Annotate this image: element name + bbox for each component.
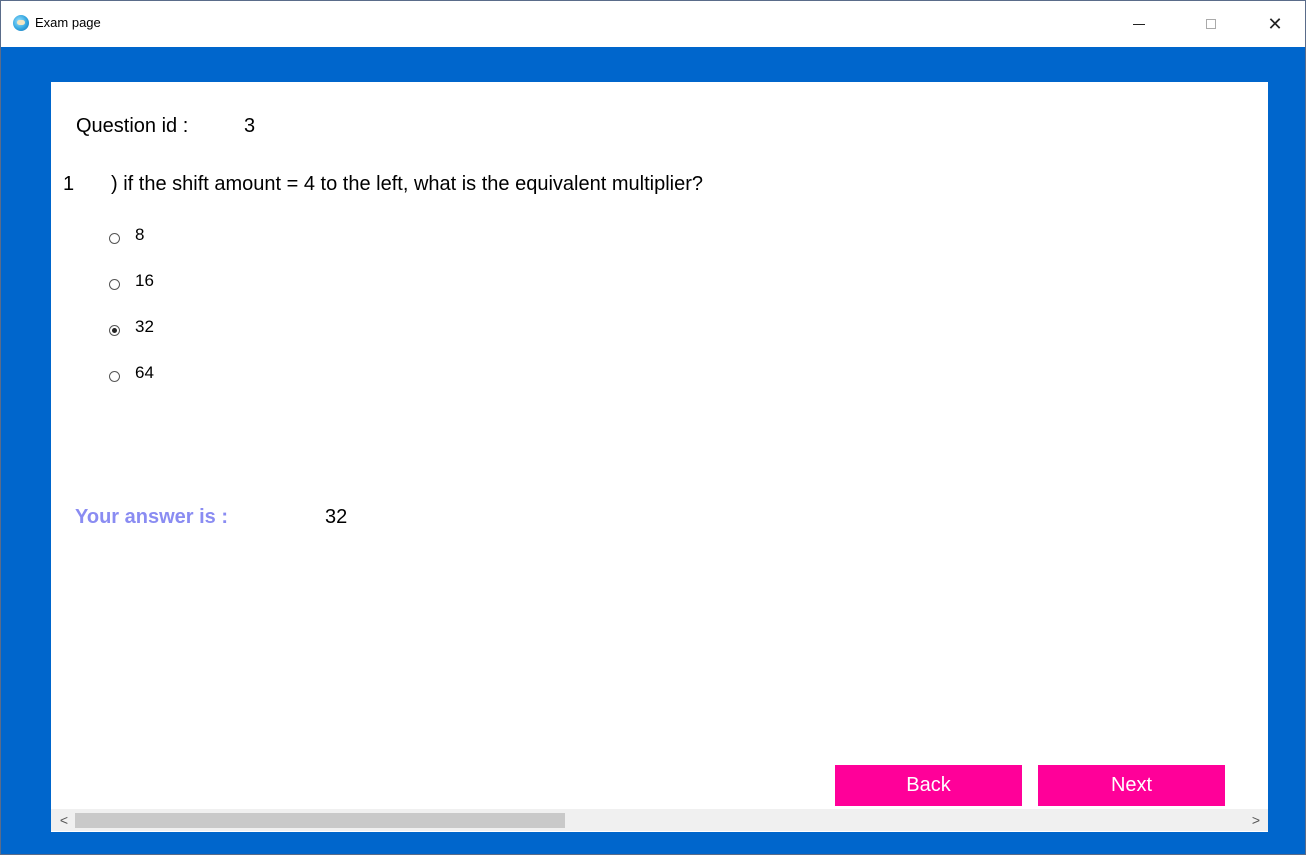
exam-content: Question id : 3 1 ) if the shift amount … xyxy=(51,82,1268,832)
back-button[interactable]: Back xyxy=(835,765,1022,806)
next-button[interactable]: Next xyxy=(1038,765,1225,806)
option-label: 64 xyxy=(135,363,154,382)
maximize-icon xyxy=(1206,19,1216,29)
radio-button[interactable] xyxy=(109,232,120,244)
scroll-left-icon[interactable]: < xyxy=(55,809,73,831)
option-8[interactable]: 8 xyxy=(109,224,144,246)
question-id-label: Question id : xyxy=(76,115,189,137)
your-answer-value: 32 xyxy=(325,506,348,528)
scroll-right-icon[interactable]: > xyxy=(1247,809,1265,831)
option-64[interactable]: 64 xyxy=(109,362,154,384)
horizontal-scrollbar[interactable]: < > xyxy=(51,809,1268,831)
close-button[interactable]: ✕ xyxy=(1245,1,1305,47)
scrollbar-thumb[interactable] xyxy=(75,813,565,828)
title-bar: Exam page ✕ xyxy=(1,1,1305,47)
option-16[interactable]: 16 xyxy=(109,270,154,292)
minimize-icon xyxy=(1133,23,1145,25)
radio-button-selected[interactable] xyxy=(109,324,120,336)
question-number: 1 xyxy=(63,173,75,195)
radio-button[interactable] xyxy=(109,370,120,382)
maximize-button[interactable] xyxy=(1181,1,1241,47)
option-label: 16 xyxy=(135,271,154,290)
app-icon xyxy=(13,15,29,31)
question-text: ) if the shift amount = 4 to the left, w… xyxy=(111,173,703,195)
close-icon: ✕ xyxy=(1267,13,1283,34)
exam-window: Exam page ✕ Question id : 3 1 ) if the s… xyxy=(0,0,1306,855)
option-label: 8 xyxy=(135,225,145,244)
question-id-value: 3 xyxy=(244,115,256,137)
window-title: Exam page xyxy=(35,15,101,30)
option-32[interactable]: 32 xyxy=(109,316,154,338)
minimize-button[interactable] xyxy=(1109,1,1169,47)
radio-button[interactable] xyxy=(109,278,120,290)
option-label: 32 xyxy=(135,317,154,336)
your-answer-label: Your answer is : xyxy=(75,506,229,528)
